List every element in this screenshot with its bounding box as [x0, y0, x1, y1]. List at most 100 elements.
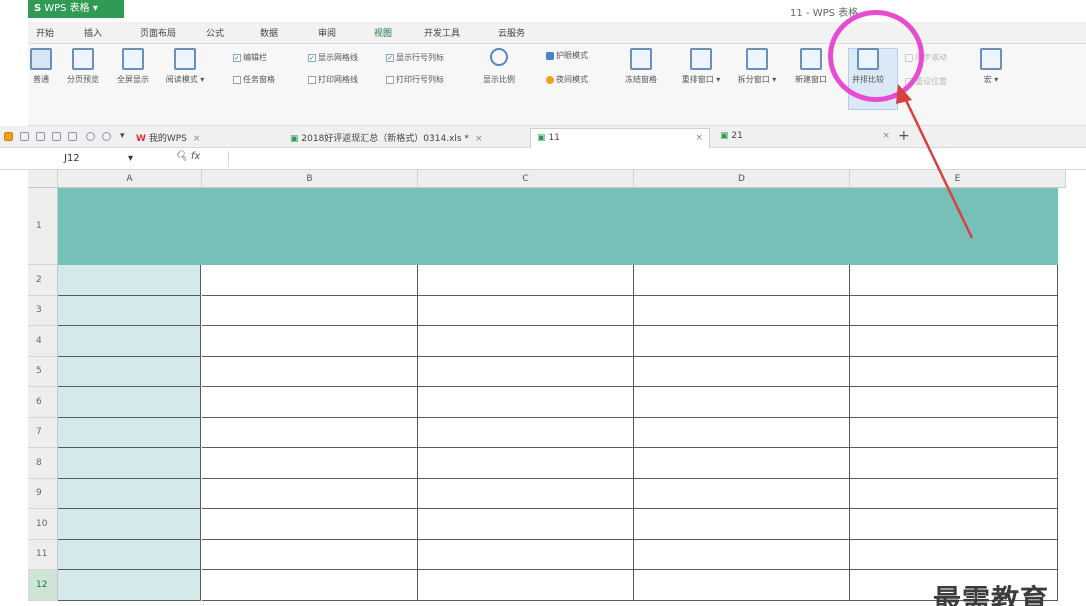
- cell-a5[interactable]: [58, 356, 201, 387]
- cell-a10[interactable]: [58, 509, 201, 540]
- cell-b11[interactable]: [202, 539, 418, 570]
- row-header-7[interactable]: 7: [28, 417, 58, 448]
- cell-d7[interactable]: [634, 417, 850, 448]
- row-header-12[interactable]: 12: [28, 570, 58, 601]
- row-header-4[interactable]: 4: [28, 326, 58, 357]
- doc-tab-2018[interactable]: ▣ 2018好评返现汇总（新格式）0314.xls * ×: [290, 131, 482, 144]
- tab-view[interactable]: 视图: [374, 26, 392, 39]
- cell-b5[interactable]: [202, 356, 418, 387]
- close-icon[interactable]: ×: [882, 131, 890, 141]
- cell-e6[interactable]: [850, 387, 1058, 418]
- cell-e10[interactable]: [850, 509, 1058, 540]
- close-icon[interactable]: ×: [695, 129, 703, 147]
- night-mode-button[interactable]: 夜间模式: [546, 74, 588, 85]
- cell-c8[interactable]: [418, 448, 634, 479]
- macro-button[interactable]: 宏 ▾: [968, 48, 1014, 85]
- cell-c6[interactable]: [418, 387, 634, 418]
- cell-c10[interactable]: [418, 509, 634, 540]
- cell-d9[interactable]: [634, 478, 850, 509]
- tab-data[interactable]: 数据: [260, 26, 278, 39]
- row-header-8[interactable]: 8: [28, 448, 58, 479]
- row-header-1[interactable]: 1: [28, 188, 58, 265]
- cell-c7[interactable]: [418, 417, 634, 448]
- print-icon[interactable]: [52, 132, 61, 141]
- cell-b10[interactable]: [202, 509, 418, 540]
- formula-input[interactable]: [228, 151, 1068, 167]
- redo-icon[interactable]: [102, 132, 111, 141]
- new-tab-button[interactable]: +: [898, 128, 910, 144]
- save-icon[interactable]: [20, 132, 29, 141]
- export-icon[interactable]: [36, 132, 45, 141]
- cell-b7[interactable]: [202, 417, 418, 448]
- quick-access-dropdown[interactable]: ▾: [120, 131, 125, 141]
- normal-view-button[interactable]: 普通: [18, 48, 64, 85]
- row-header-11[interactable]: 11: [28, 539, 58, 570]
- cell-e8[interactable]: [850, 448, 1058, 479]
- page-break-preview-button[interactable]: 分页预览: [60, 48, 106, 85]
- doc-tab-11[interactable]: ▣ 11 ×: [530, 128, 710, 148]
- tab-cloud-service[interactable]: 云服务: [498, 26, 525, 39]
- show-row-col-headers-checkbox[interactable]: ✓ 显示行号列标: [386, 52, 444, 63]
- freeze-panes-button[interactable]: 冻结窗格: [618, 48, 664, 85]
- cell-e2[interactable]: [850, 265, 1058, 296]
- edit-bar-checkbox[interactable]: ✓ 编辑栏: [233, 52, 267, 63]
- col-header-d[interactable]: D: [634, 170, 850, 188]
- reading-mode-button[interactable]: 阅读模式 ▾: [162, 48, 208, 85]
- cell-a8[interactable]: [58, 448, 201, 479]
- cell-c3[interactable]: [418, 295, 634, 326]
- name-box[interactable]: J12 ▾: [58, 151, 158, 167]
- cell-d12[interactable]: [634, 570, 850, 601]
- cell-d6[interactable]: [634, 387, 850, 418]
- fx-icon[interactable]: fx: [191, 151, 200, 162]
- split-window-button[interactable]: 拆分窗口 ▾: [734, 48, 780, 85]
- cell-c4[interactable]: [418, 326, 634, 357]
- cell-b2[interactable]: [202, 265, 418, 296]
- print-gridlines-checkbox[interactable]: 打印网格线: [308, 74, 358, 85]
- cell-d3[interactable]: [634, 295, 850, 326]
- cell-e7[interactable]: [850, 417, 1058, 448]
- cell-d5[interactable]: [634, 356, 850, 387]
- cell-b6[interactable]: [202, 387, 418, 418]
- doc-tab-my-wps[interactable]: W 我的WPS ×: [136, 131, 200, 144]
- cell-a2[interactable]: [58, 265, 201, 296]
- col-header-a[interactable]: A: [58, 170, 202, 188]
- cell-c9[interactable]: [418, 478, 634, 509]
- cell-a4[interactable]: [58, 326, 201, 357]
- cell-a6[interactable]: [58, 387, 201, 418]
- eye-protection-button[interactable]: 护眼模式: [546, 50, 588, 61]
- cell-e3[interactable]: [850, 295, 1058, 326]
- cell-e4[interactable]: [850, 326, 1058, 357]
- cell-d2[interactable]: [634, 265, 850, 296]
- col-header-b[interactable]: B: [202, 170, 418, 188]
- cell-b12[interactable]: [202, 570, 418, 601]
- cell-a12[interactable]: [58, 570, 201, 601]
- cell-c2[interactable]: [418, 265, 634, 296]
- cell-b3[interactable]: [202, 295, 418, 326]
- row-header-10[interactable]: 10: [28, 509, 58, 540]
- cell-c11[interactable]: [418, 539, 634, 570]
- tab-home[interactable]: 开始: [36, 26, 54, 39]
- row-header-3[interactable]: 3: [28, 295, 58, 326]
- close-icon[interactable]: ×: [193, 134, 201, 144]
- arrange-windows-button[interactable]: 重排窗口 ▾: [678, 48, 724, 85]
- tab-insert[interactable]: 插入: [84, 26, 102, 39]
- row-header-2[interactable]: 2: [28, 265, 58, 296]
- cell-d10[interactable]: [634, 509, 850, 540]
- open-folder-icon[interactable]: [4, 132, 13, 141]
- chevron-down-icon[interactable]: ▾: [128, 151, 133, 167]
- cell-e5[interactable]: [850, 356, 1058, 387]
- cell-b9[interactable]: [202, 478, 418, 509]
- cell-c5[interactable]: [418, 356, 634, 387]
- zoom-button[interactable]: 显示比例: [476, 48, 522, 85]
- tab-review[interactable]: 审阅: [318, 26, 336, 39]
- doc-tab-21[interactable]: ▣ 21 ×: [720, 131, 890, 141]
- cell-a3[interactable]: [58, 295, 201, 326]
- cell-e11[interactable]: [850, 539, 1058, 570]
- tab-formulas[interactable]: 公式: [206, 26, 224, 39]
- cell-d4[interactable]: [634, 326, 850, 357]
- zoom-icon[interactable]: 🔍︎: [175, 151, 188, 162]
- row-header-5[interactable]: 5: [28, 356, 58, 387]
- select-all-corner[interactable]: [28, 170, 58, 188]
- full-screen-button[interactable]: 全屏显示: [110, 48, 156, 85]
- cell-d8[interactable]: [634, 448, 850, 479]
